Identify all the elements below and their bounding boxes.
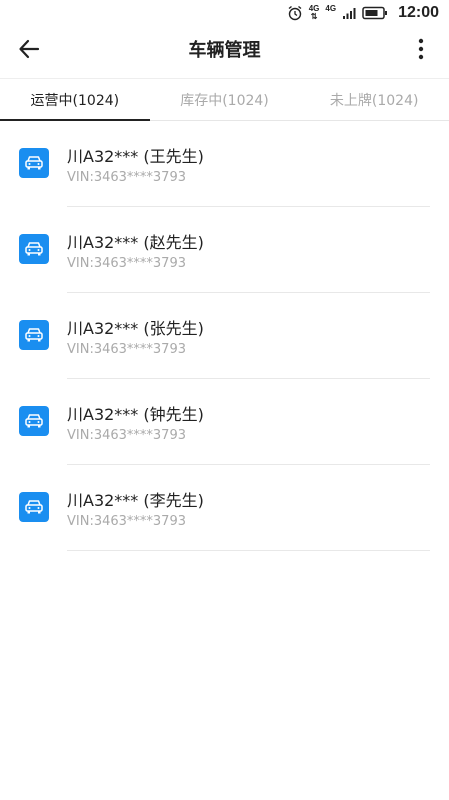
signal-bars-icon	[342, 6, 356, 20]
list-item[interactable]: 川A32*** (李先生) VIN:3463****3793	[0, 465, 449, 551]
car-icon	[19, 406, 49, 436]
back-button[interactable]	[14, 36, 44, 66]
tab-in-stock[interactable]: 库存中(1024)	[150, 79, 300, 120]
list-item-body: 川A32*** (钟先生) VIN:3463****3793	[67, 379, 430, 465]
list-item-body: 川A32*** (赵先生) VIN:3463****3793	[67, 207, 430, 293]
vehicle-status-tabs: 运营中(1024) 库存中(1024) 未上牌(1024)	[0, 78, 449, 121]
more-vertical-icon	[418, 38, 424, 64]
car-icon	[19, 234, 49, 264]
more-options-button[interactable]	[409, 36, 433, 66]
vehicle-plate-owner: 川A32*** (钟先生)	[67, 405, 204, 424]
vehicle-plate-owner: 川A32*** (张先生)	[67, 319, 204, 338]
tab-operating[interactable]: 运营中(1024)	[0, 79, 150, 121]
list-item-body: 川A32*** (张先生) VIN:3463****3793	[67, 293, 430, 379]
arrow-left-icon	[18, 38, 40, 64]
car-icon	[19, 320, 49, 350]
list-item[interactable]: 川A32*** (王先生) VIN:3463****3793	[0, 121, 449, 207]
app-toolbar: 车辆管理	[0, 26, 449, 76]
status-time: 12:00	[398, 4, 439, 21]
signal-4g-icon: 4G ⇅	[308, 4, 320, 21]
vehicle-vin: VIN:3463****3793	[67, 514, 186, 529]
page-title: 车辆管理	[188, 40, 261, 61]
car-icon	[19, 492, 49, 522]
vehicle-plate-owner: 川A32*** (李先生)	[67, 491, 204, 510]
status-bar: 4G ⇅ 4G 12:00	[0, 0, 449, 26]
tab-unregistered[interactable]: 未上牌(1024)	[299, 79, 449, 120]
vehicle-vin: VIN:3463****3793	[67, 256, 186, 271]
vehicle-vin: VIN:3463****3793	[67, 428, 186, 443]
vehicle-vin: VIN:3463****3793	[67, 170, 186, 185]
list-item-body: 川A32*** (李先生) VIN:3463****3793	[67, 465, 430, 551]
list-item-body: 川A32*** (王先生) VIN:3463****3793	[67, 121, 430, 207]
vehicle-vin: VIN:3463****3793	[67, 342, 186, 357]
list-item[interactable]: 川A32*** (张先生) VIN:3463****3793	[0, 293, 449, 379]
car-icon	[19, 148, 49, 178]
alarm-icon	[287, 5, 303, 21]
signal-4g-icon: 4G	[325, 5, 336, 21]
list-item[interactable]: 川A32*** (赵先生) VIN:3463****3793	[0, 207, 449, 293]
vehicle-list: 川A32*** (王先生) VIN:3463****3793 川A32*** (…	[0, 121, 449, 551]
vehicle-plate-owner: 川A32*** (王先生)	[67, 147, 204, 166]
battery-icon	[362, 6, 388, 20]
list-item[interactable]: 川A32*** (钟先生) VIN:3463****3793	[0, 379, 449, 465]
vehicle-plate-owner: 川A32*** (赵先生)	[67, 233, 204, 252]
